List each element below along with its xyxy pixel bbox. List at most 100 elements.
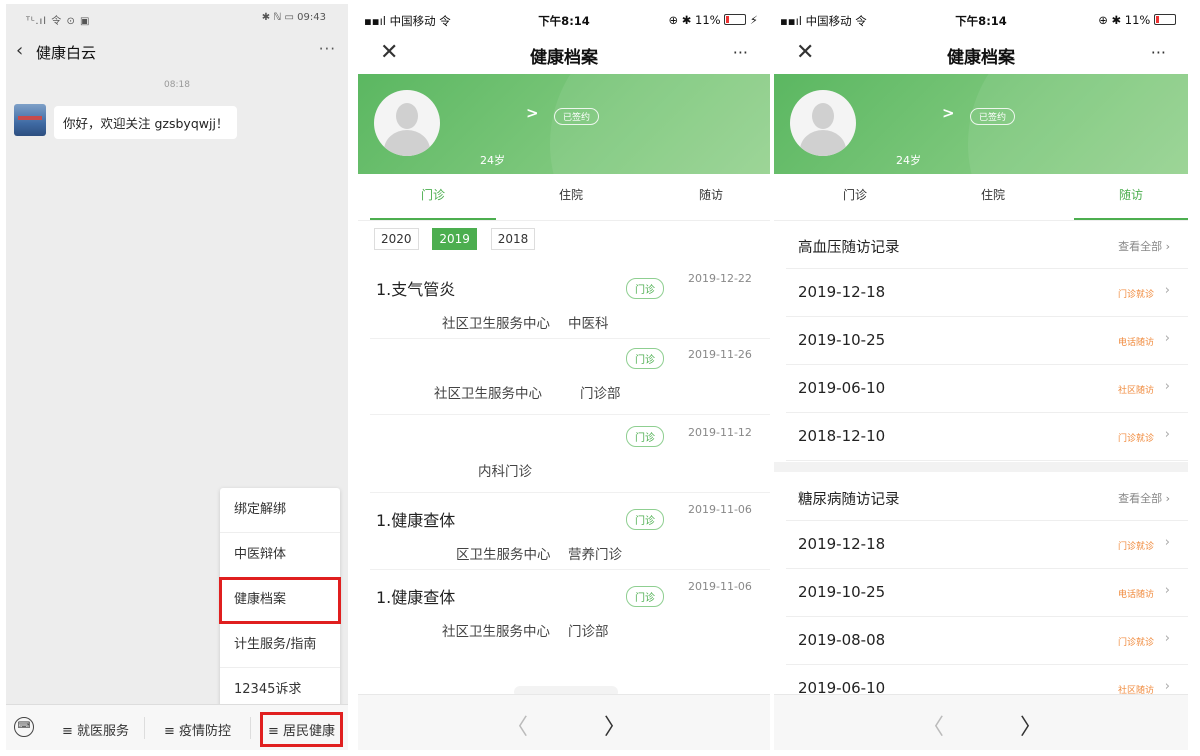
more-icon[interactable]: ··· — [319, 40, 336, 58]
institution: 区卫生服务中心 — [456, 547, 551, 563]
visit-type-badge: 门诊 — [626, 278, 664, 299]
followup-row[interactable]: 2018-12-10 门诊就诊 › — [786, 413, 1188, 461]
browser-footer: 〈 〉 — [774, 694, 1188, 750]
chevron-right-icon: › — [1164, 535, 1170, 550]
followup-row[interactable]: 2019-12-18 门诊就诊 › — [786, 269, 1188, 317]
year-option-selected[interactable]: 2019 — [432, 228, 477, 250]
view-all-link[interactable]: 查看全部 › — [1118, 238, 1170, 254]
chevron-right-icon: › — [1164, 283, 1170, 298]
tab-followup[interactable]: 随访 — [648, 174, 770, 220]
keyboard-icon[interactable]: ⌨ — [14, 717, 34, 737]
department: 门诊部 — [568, 624, 609, 640]
visit-type-badge: 门诊 — [626, 348, 664, 369]
signed-badge: 已签约 — [970, 108, 1016, 125]
view-all-link[interactable]: 查看全部 › — [1118, 490, 1170, 506]
diagnosis: 1.健康查体 — [376, 511, 456, 530]
followup-type: 门诊就诊 — [1117, 542, 1154, 552]
followup-row[interactable]: 2019-10-25 电话随访 › — [786, 569, 1188, 617]
department: 内科门诊 — [478, 464, 532, 480]
message-bubble: 你好，欢迎关注 gzsbyqwjj！ — [54, 106, 238, 139]
followup-row[interactable]: 2019-12-18 门诊就诊 › — [786, 521, 1188, 569]
section-title: 高血压随访记录 — [798, 240, 900, 256]
followup-date: 2019-06-10 — [798, 379, 886, 397]
tab-medical-service[interactable]: ≡ 就医服务 — [62, 720, 129, 739]
message-time: 08:18 — [164, 80, 190, 90]
followup-type: 门诊就诊 — [1117, 638, 1154, 648]
age-label: 24岁 — [896, 154, 921, 167]
chevron-right-icon: > — [526, 104, 539, 122]
avatar — [374, 90, 440, 156]
status-bar: ᵀᴸ.ıl 令 ⊙ ▣ ✱ ℕ ▭ 09:43 — [6, 4, 348, 30]
record-tabs: 门诊 住院 随访 — [358, 174, 770, 221]
back-arrow-icon[interactable]: 〈 — [922, 709, 944, 741]
battery: ⊕ ✱ 11% — [1098, 13, 1176, 27]
visit-type-badge: 门诊 — [626, 586, 664, 607]
visit-type-badge: 门诊 — [626, 509, 664, 530]
battery: ⊕ ✱ 11% ⚡ — [668, 13, 758, 27]
forward-arrow-icon[interactable]: 〉 — [1020, 709, 1042, 741]
followup-row[interactable]: 2019-08-08 门诊就诊 › — [786, 617, 1188, 665]
chevron-right-icon: › — [1164, 583, 1170, 598]
profile-banner[interactable]: > 已签约 24岁 — [774, 74, 1188, 174]
menu-item-tcm[interactable]: 中医辩体 — [220, 533, 340, 578]
more-icon[interactable]: ··· — [1151, 43, 1166, 62]
chat-title: 健康白云 — [36, 44, 97, 62]
record-tabs: 门诊 住院 随访 — [774, 174, 1188, 221]
tab-outpatient[interactable]: 门诊 — [370, 174, 496, 220]
visit-item[interactable]: 门诊 2019-11-12 内科门诊 — [370, 422, 770, 493]
department: 门诊部 — [580, 386, 621, 402]
institution: 社区卫生服务中心 — [442, 316, 550, 332]
visit-date: 2019-11-06 — [688, 503, 752, 516]
forward-arrow-icon[interactable]: 〉 — [604, 709, 626, 741]
followup-row[interactable]: 2019-10-25 电话随访 › — [786, 317, 1188, 365]
wechat-chat-panel: ᵀᴸ.ıl 令 ⊙ ▣ ✱ ℕ ▭ 09:43 ‹ 健康白云 ··· 08:18… — [6, 4, 348, 750]
chevron-right-icon: > — [942, 104, 955, 122]
followup-type: 社区随访 — [1117, 386, 1154, 396]
year-option[interactable]: 2018 — [490, 228, 536, 250]
age-label: 24岁 — [480, 154, 505, 167]
visit-item[interactable]: 1.支气管炎 门诊 2019-12-22 社区卫生服务中心 中医科 — [370, 268, 770, 339]
tab-followup[interactable]: 随访 — [1074, 174, 1188, 220]
menu-item-health-record[interactable]: 健康档案 — [219, 577, 341, 624]
department: 中医科 — [568, 316, 609, 332]
avatar[interactable] — [14, 104, 46, 136]
tab-outpatient[interactable]: 门诊 — [786, 174, 924, 220]
section-divider — [774, 462, 1188, 472]
nav-bar: ✕ 健康档案 ··· — [774, 36, 1188, 74]
chat-header: ‹ 健康白云 ··· — [6, 30, 348, 70]
status-left: ᵀᴸ.ıl 令 ⊙ ▣ — [26, 16, 91, 27]
followup-date: 2019-12-18 — [798, 535, 886, 553]
more-icon[interactable]: ··· — [733, 43, 748, 62]
nav-bar: ✕ 健康档案 ··· — [358, 36, 770, 74]
browser-footer: 〈 〉 — [358, 694, 770, 750]
tab-epidemic[interactable]: ≡ 疫情防控 — [164, 720, 231, 739]
tab-inpatient[interactable]: 住院 — [508, 174, 634, 220]
visit-item[interactable]: 1.健康查体 门诊 2019-11-06 社区卫生服务中心 门诊部 — [370, 576, 770, 646]
year-option[interactable]: 2020 — [374, 228, 419, 250]
page-title: 健康档案 — [947, 48, 1015, 68]
tab-inpatient[interactable]: 住院 — [924, 174, 1062, 220]
menu-item-bind[interactable]: 绑定解绑 — [220, 488, 340, 533]
followup-type: 门诊就诊 — [1117, 434, 1154, 444]
menu-item-family-planning[interactable]: 计生服务/指南 — [220, 623, 340, 668]
page-title: 健康档案 — [530, 48, 598, 68]
back-icon[interactable]: ‹ — [16, 40, 23, 61]
visit-item[interactable]: 门诊 2019-11-26 社区卫生服务中心 门诊部 — [370, 344, 770, 415]
diabetes-section-header: 糖尿病随访记录 查看全部 › — [786, 474, 1188, 521]
chevron-right-icon: › — [1164, 427, 1170, 442]
chevron-right-icon: › — [1164, 679, 1170, 694]
visit-date: 2019-11-06 — [688, 580, 752, 593]
followup-row[interactable]: 2019-06-10 社区随访 › — [786, 365, 1188, 413]
visit-item[interactable]: 1.健康查体 门诊 2019-11-06 区卫生服务中心 营养门诊 — [370, 499, 770, 570]
institution: 社区卫生服务中心 — [442, 624, 550, 640]
department: 营养门诊 — [568, 547, 622, 563]
followup-date: 2018-12-10 — [798, 427, 886, 445]
visit-date: 2019-12-22 — [688, 272, 752, 285]
profile-banner[interactable]: > 已签约 24岁 — [358, 74, 770, 174]
followup-date: 2019-10-25 — [798, 331, 886, 349]
back-arrow-icon[interactable]: 〈 — [506, 709, 528, 741]
institution: 社区卫生服务中心 — [434, 386, 542, 402]
signed-badge: 已签约 — [554, 108, 600, 125]
followup-type: 电话随访 — [1117, 338, 1154, 348]
tab-resident-health[interactable]: ≡ 居民健康 — [259, 712, 344, 747]
